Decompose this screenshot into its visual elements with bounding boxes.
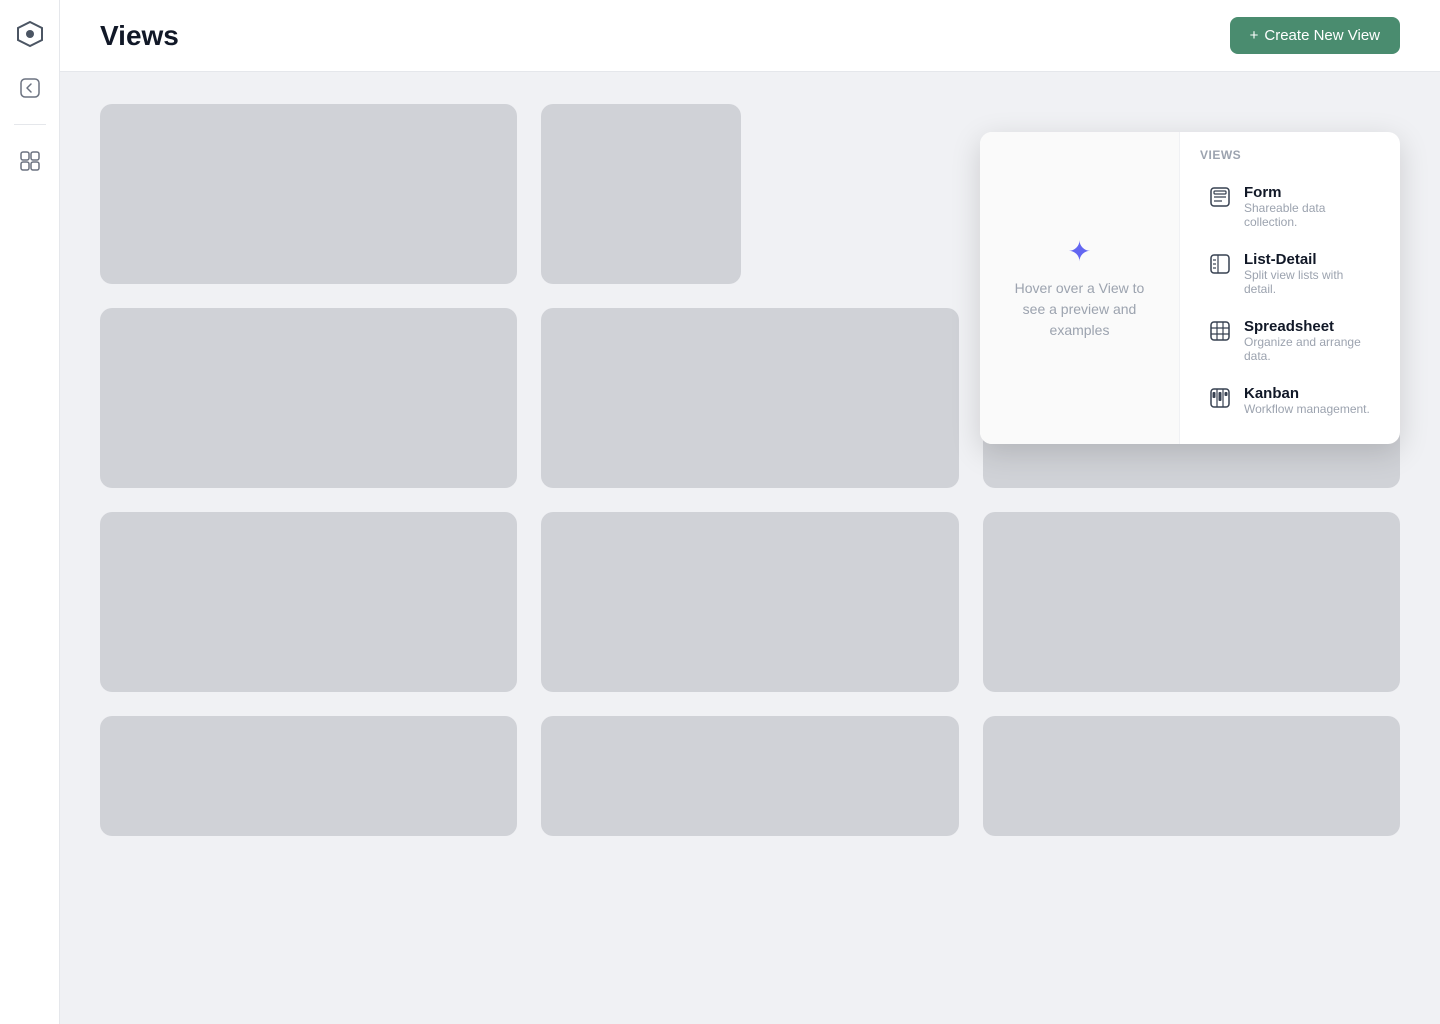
list-detail-desc: Split view lists with detail. xyxy=(1244,268,1372,296)
content-area: ✦ Hover over a View to see a preview and… xyxy=(60,72,1440,1024)
view-option-form[interactable]: Form Shareable data collection. xyxy=(1200,174,1380,239)
dropdown-section-title: Views xyxy=(1200,148,1380,162)
page-header: Views + Create New View xyxy=(60,0,1440,72)
kanban-label: Kanban xyxy=(1244,385,1370,402)
dropdown-preview-panel: ✦ Hover over a View to see a preview and… xyxy=(980,132,1180,444)
view-card[interactable] xyxy=(983,512,1400,692)
dropdown-hint-text: Hover over a View to see a preview and e… xyxy=(1004,278,1155,341)
view-card[interactable] xyxy=(100,308,517,488)
view-option-spreadsheet[interactable]: Spreadsheet Organize and arrange data. xyxy=(1200,308,1380,373)
view-card[interactable] xyxy=(100,104,517,284)
layout-nav-icon[interactable] xyxy=(14,145,46,177)
view-card[interactable] xyxy=(541,308,958,488)
create-new-view-button[interactable]: + Create New View xyxy=(1230,17,1400,54)
spreadsheet-label: Spreadsheet xyxy=(1244,318,1372,335)
dropdown-options-panel: Views Form Shareable data collection. xyxy=(1180,132,1400,444)
view-card[interactable] xyxy=(541,716,958,836)
form-desc: Shareable data collection. xyxy=(1244,201,1372,229)
sparkle-icon: ✦ xyxy=(1068,235,1091,268)
page-title: Views xyxy=(100,20,179,52)
view-card[interactable] xyxy=(541,104,741,284)
form-icon xyxy=(1208,185,1232,209)
view-card[interactable] xyxy=(983,716,1400,836)
list-detail-label: List-Detail xyxy=(1244,251,1372,268)
view-option-list-detail[interactable]: List-Detail Split view lists with detail… xyxy=(1200,241,1380,306)
create-view-dropdown: ✦ Hover over a View to see a preview and… xyxy=(980,132,1400,444)
list-detail-icon xyxy=(1208,252,1232,276)
views-grid-row3 xyxy=(100,512,1400,692)
back-nav-icon[interactable] xyxy=(14,72,46,104)
view-option-kanban[interactable]: Kanban Workflow management. xyxy=(1200,375,1380,426)
main-content: Views + Create New View xyxy=(60,0,1440,1024)
kanban-desc: Workflow management. xyxy=(1244,402,1370,416)
view-card[interactable] xyxy=(100,512,517,692)
spreadsheet-icon xyxy=(1208,319,1232,343)
plus-icon: + xyxy=(1250,27,1259,44)
spreadsheet-desc: Organize and arrange data. xyxy=(1244,335,1372,363)
sidebar xyxy=(0,0,60,1024)
form-label: Form xyxy=(1244,184,1372,201)
views-grid-row4 xyxy=(100,716,1400,836)
view-card[interactable] xyxy=(541,512,958,692)
app-logo[interactable] xyxy=(12,16,48,52)
view-card[interactable] xyxy=(100,716,517,836)
sidebar-divider xyxy=(14,124,46,125)
kanban-icon xyxy=(1208,386,1232,410)
